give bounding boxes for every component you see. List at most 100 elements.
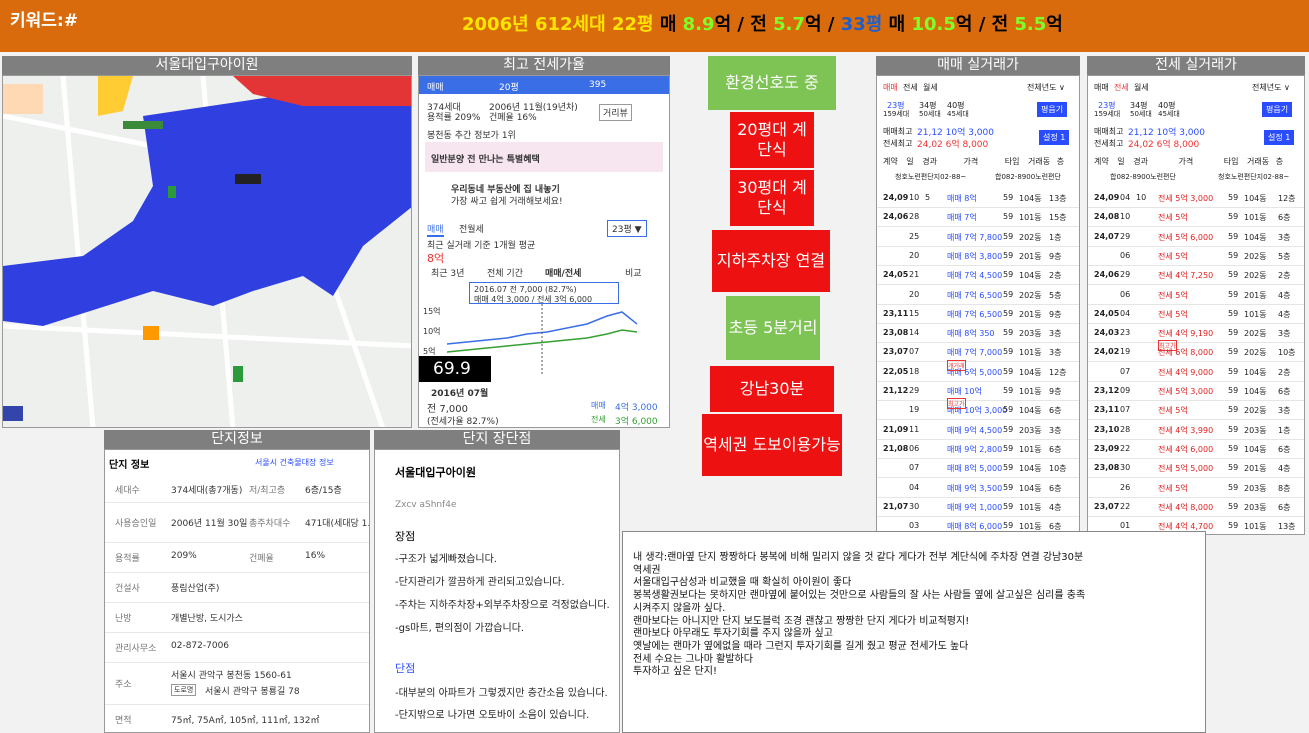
trade-f: 2층 <box>1049 271 1062 281</box>
monthly-tab[interactable]: 월세 <box>923 82 938 93</box>
trade-dong: 203동 <box>1244 502 1267 512</box>
trade-d: 26 <box>1120 482 1131 492</box>
trade-row[interactable]: 24,09 04 10 전세 5억 3,000 59 104동 12층 <box>1088 188 1304 208</box>
trade-d: 03 <box>909 521 920 531</box>
map-canvas[interactable] <box>3 76 412 428</box>
trade-row[interactable]: 24,09 10 5 매매 8억 59 104동 13층 <box>877 188 1079 208</box>
trade-row[interactable]: 23,09 22 전세 4억 6,000 59 104동 6층 <box>1088 439 1304 459</box>
trade-row[interactable]: 24,06 28 매매 7억 59 101동 15층 <box>877 207 1079 228</box>
range-tab[interactable]: 최근 3년 <box>431 266 464 279</box>
trade-row[interactable]: 04 매매 9억 3,500 59 104동 6층 <box>877 478 1079 498</box>
agent-link[interactable]: 합082-8900노련편단 <box>995 172 1061 182</box>
trade-row[interactable]: 26 전세 5억 59 203동 8층 <box>1088 478 1304 498</box>
trade-d: 09 <box>1120 386 1131 395</box>
trade-row[interactable]: 21,12 29 매매 10억 59 101동 9층 <box>877 381 1079 401</box>
pros-section-title: 단지 장단점 <box>374 430 620 449</box>
trade-row[interactable]: 23,12 09 전세 5억 3,000 59 104동 6층 <box>1088 381 1304 401</box>
year-select[interactable]: 전체년도 ∨ <box>1027 82 1065 93</box>
info-row: 주소 서울시 관악구 봉천동 1560-61 도로명 서울시 관악구 봉룡길 78 <box>105 662 369 705</box>
trade-t: 59 <box>1228 482 1239 492</box>
trade-row[interactable]: 23,08 30 전세 5억 5,000 59 201동 4층 <box>1088 458 1304 479</box>
trade-t: 59 <box>1228 501 1239 511</box>
info-section-title: 단지정보 <box>104 430 370 449</box>
fold-button[interactable]: 평읍기 <box>1037 102 1068 117</box>
trade-row[interactable]: 21,07 30 매매 9억 1,000 59 101동 4층 <box>877 497 1079 517</box>
trade-row[interactable]: 21,08 06 매매 9억 2,800 59 101동 6층 <box>877 439 1079 459</box>
building-registry-link[interactable]: 서울시 건축물대장 정보 <box>255 457 334 468</box>
map-view[interactable] <box>2 75 412 428</box>
year-select[interactable]: 전체년도 ∨ <box>1252 82 1290 93</box>
monthly-tab[interactable]: 월세 <box>1134 82 1149 93</box>
app-ad-banner[interactable]: 일반분양 전 만나는 특별혜택 <box>425 142 663 172</box>
trade-t: 59 <box>1003 308 1014 318</box>
range-tab[interactable]: 비교 <box>625 266 642 279</box>
app-ad-title: 일반분양 전 만나는 특별혜택 <box>431 155 540 165</box>
info-k: 사용승인일 <box>115 519 157 529</box>
trade-f: 6층 <box>1049 406 1062 416</box>
agent-link[interactable]: 합082-8900노련편단 <box>1110 172 1176 182</box>
trade-row[interactable]: 24,08 10 전세 5억 59 101동 6층 <box>1088 207 1304 228</box>
trade-d: 10 <box>909 193 920 202</box>
trade-d: 29 <box>1120 270 1131 280</box>
trade-p: 매매 8억 5,000 <box>947 464 1003 474</box>
trade-row[interactable]: 06 전세 5억 59 201동 4층 <box>1088 285 1304 305</box>
trade-row[interactable]: 23,07 22 전세 4억 8,000 59 203동 6층 <box>1088 497 1304 517</box>
trade-row[interactable]: 24,07 29 전세 5억 6,000 59 104동 3층 <box>1088 227 1304 247</box>
trade-row[interactable]: 19 매매 10억 3,000 59 104동 6층 최고가 <box>877 398 1079 421</box>
trade-d: 14 <box>909 328 920 338</box>
pros-item: -주차는 지하주차장+외부주차장으로 걱정없습니다. <box>395 600 610 611</box>
trade-row[interactable]: 22,05 18 매매 6억 5,000 59 104동 12층 개거래 <box>877 359 1079 382</box>
app-tab-sale[interactable]: 매매 <box>427 80 444 93</box>
jeonse-section-title: 최고 전세가율 <box>418 56 670 75</box>
trade-row[interactable]: 24,06 29 전세 4억 7,250 59 202동 2층 <box>1088 265 1304 286</box>
trade-p: 전세 4억 6,000 <box>1158 444 1214 454</box>
trade-d: 19 <box>909 405 920 415</box>
trade-row[interactable]: 24,05 04 전세 5억 59 101동 4층 <box>1088 304 1304 324</box>
trade-row[interactable]: 23,07 07 매매 7억 7,000 59 101동 3층 <box>877 342 1079 363</box>
trade-t: 59 <box>1228 193 1239 202</box>
agent-link[interactable]: 청호노련편단지02-88~ <box>1218 172 1289 182</box>
trade-row[interactable]: 23,08 14 매매 8억 350 59 203동 3층 <box>877 323 1079 344</box>
range-tab[interactable]: 전체 기간 <box>487 266 523 279</box>
fold-button[interactable]: 평읍기 <box>1262 102 1293 117</box>
trade-f: 6층 <box>1278 213 1291 223</box>
trade-dong: 201동 <box>1019 251 1042 261</box>
trade-row[interactable]: 24,02 19 전세 6억 8,000 59 202동 10층 최고가 <box>1088 340 1304 363</box>
trade-tab-rent[interactable]: 전월세 <box>459 222 484 235</box>
sale-tab[interactable]: 매매 <box>1094 82 1109 93</box>
app-tab-size[interactable]: 20평 <box>499 80 519 93</box>
trade-f: 9층 <box>1049 309 1062 319</box>
trade-row[interactable]: 23,11 15 매매 7억 6,500 59 201동 9층 <box>877 304 1079 324</box>
trade-tab-sale[interactable]: 매매 <box>427 222 444 237</box>
rent-tab[interactable]: 전세 <box>1114 82 1129 93</box>
agent-link[interactable]: 청호노련편단지02-88~ <box>895 172 966 182</box>
app-ad-sub2: 가장 싸고 쉽게 거래해보세요! <box>451 197 563 207</box>
trade-row[interactable]: 25 매매 7억 7,800 59 202동 1층 <box>877 227 1079 247</box>
info-row: 건설사 풍림산업(주) <box>105 572 369 603</box>
trade-row[interactable]: 20 매매 7억 6,500 59 202동 5층 <box>877 285 1079 305</box>
trade-row[interactable]: 24,03 23 전세 4억 9,190 59 202동 3층 <box>1088 323 1304 344</box>
settings-button[interactable]: 설정 1 <box>1039 130 1070 145</box>
jeonse-app-screen: 매매 20평 395 374세대 2006년 11월(19년차) 용적률 209… <box>418 75 670 428</box>
street-view-button[interactable]: 거리뷰 <box>599 104 632 121</box>
trade-row[interactable]: 20 매매 8억 3,800 59 201동 9층 <box>877 246 1079 266</box>
trade-row[interactable]: 07 매매 8억 5,000 59 104동 10층 <box>877 458 1079 479</box>
trade-row[interactable]: 21,09 11 매매 9억 4,500 59 203동 3층 <box>877 420 1079 440</box>
trade-row[interactable]: 24,05 21 매매 7억 4,500 59 104동 2층 <box>877 265 1079 286</box>
trade-row[interactable]: 06 전세 5억 59 202동 5층 <box>1088 246 1304 266</box>
size-select[interactable]: 23평 ▼ <box>607 220 647 237</box>
col-header: 가격 <box>963 157 979 166</box>
range-tab[interactable]: 매매/전세 <box>545 266 581 279</box>
trade-ym: 24,06 <box>883 212 909 222</box>
rent-tab[interactable]: 전세 <box>903 82 918 93</box>
sale-tab[interactable]: 매매 <box>883 82 898 93</box>
trade-p: 전세 5억 <box>1158 251 1188 261</box>
trade-row[interactable]: 07 전세 4억 9,000 59 104동 2층 <box>1088 362 1304 382</box>
trade-t: 59 <box>1003 231 1014 241</box>
info-row: 사용승인일 2006년 11월 30일총주차대수 471대(세대당 1.25대) <box>105 502 369 543</box>
trade-row[interactable]: 23,10 28 전세 4억 3,990 59 203동 1층 <box>1088 420 1304 440</box>
app-search-count[interactable]: 395 <box>589 80 606 90</box>
settings-button[interactable]: 설정 1 <box>1264 130 1295 145</box>
trade-row[interactable]: 23,11 07 전세 5억 59 202동 3층 <box>1088 400 1304 421</box>
trade-p: 매매 8억 <box>947 194 977 203</box>
